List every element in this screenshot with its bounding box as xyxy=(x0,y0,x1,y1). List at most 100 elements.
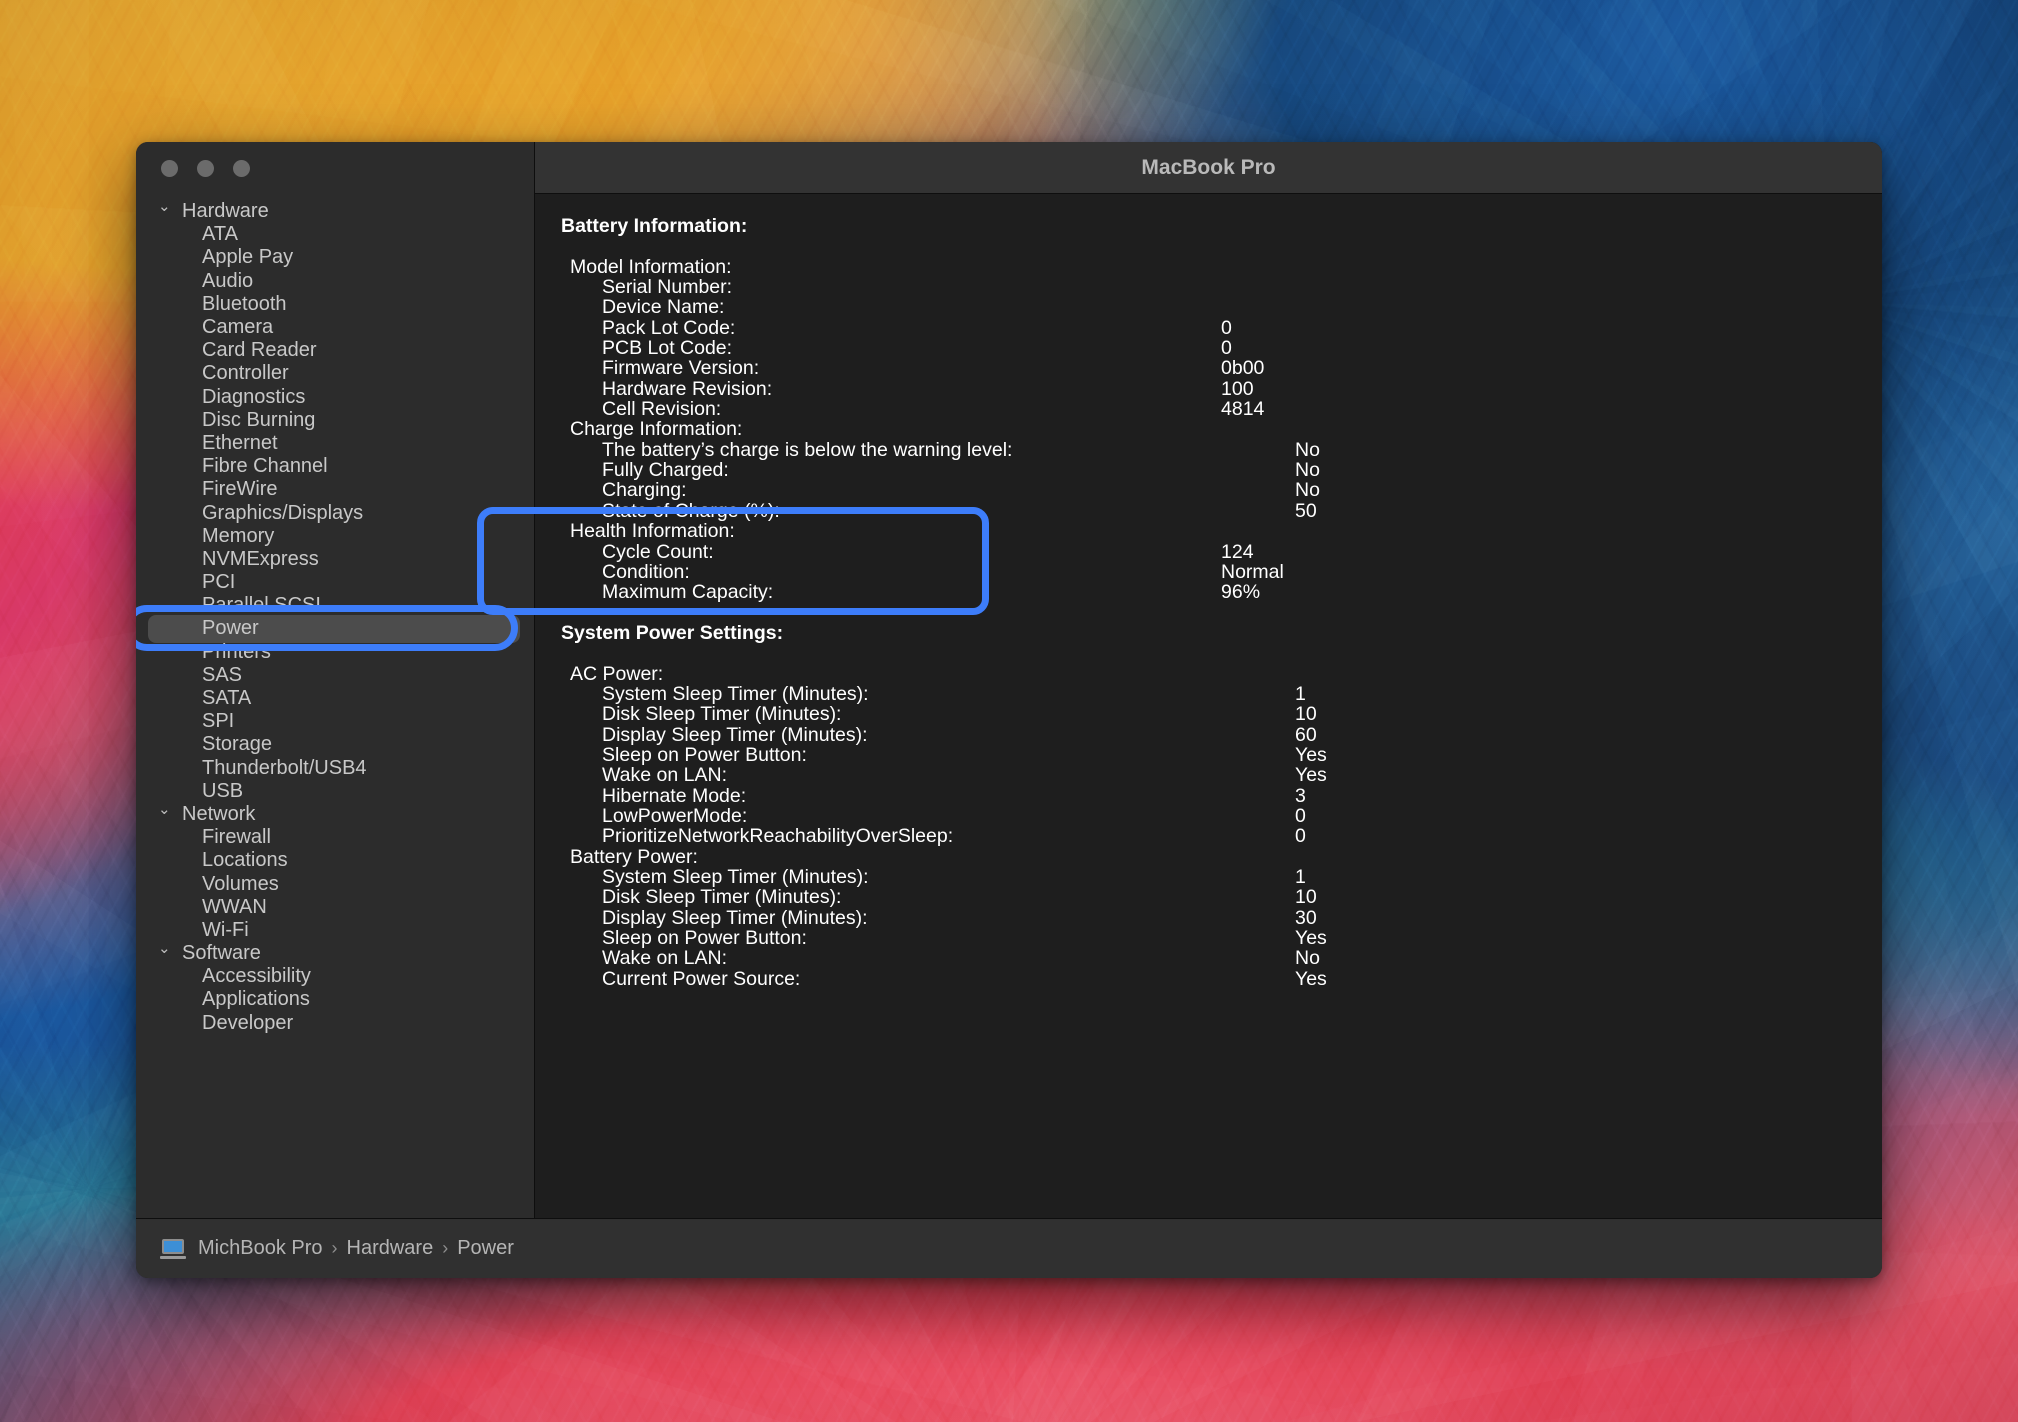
breadcrumb-item[interactable]: Hardware xyxy=(347,1237,434,1260)
report-row-key: Display Sleep Timer (Minutes): xyxy=(602,906,868,929)
report-row-key: Wake on LAN: xyxy=(602,764,727,787)
subsection-heading-text: Health Information: xyxy=(570,520,735,543)
sidebar-item-diagnostics[interactable]: Diagnostics xyxy=(136,386,534,409)
sidebar-item-ethernet[interactable]: Ethernet xyxy=(136,432,534,455)
sidebar-item-label: Volumes xyxy=(202,872,279,895)
report-row-key: Fully Charged: xyxy=(602,459,729,482)
sidebar-item-pci[interactable]: PCI xyxy=(136,571,534,594)
report-row-key: The battery’s charge is below the warnin… xyxy=(602,438,1013,461)
report-row: Disk Sleep Timer (Minutes): 10 xyxy=(535,703,1882,726)
report-row: Pack Lot Code: 0 xyxy=(535,316,1882,339)
sidebar-item-volumes[interactable]: Volumes xyxy=(136,872,534,895)
report-row-key: State of Charge (%): xyxy=(602,499,780,522)
sidebar-item-label: Parallel SCSI xyxy=(202,594,321,617)
report-row: Sleep on Power Button: Yes xyxy=(535,927,1882,950)
sidebar-item-bluetooth[interactable]: Bluetooth xyxy=(136,293,534,316)
sidebar-group-network[interactable]: ⌄ Network xyxy=(136,802,534,826)
breadcrumb-item[interactable]: Power xyxy=(457,1237,514,1260)
sidebar-item-label: Wi-Fi xyxy=(202,918,249,941)
sidebar-item-controller[interactable]: Controller xyxy=(136,362,534,385)
report-row: LowPowerMode: 0 xyxy=(535,806,1882,827)
sidebar-item-label: Applications xyxy=(202,988,310,1011)
report-row-value: 4814 xyxy=(1221,398,1265,421)
report-row-value: 3 xyxy=(1295,784,1306,807)
sidebar-item-label: Camera xyxy=(202,316,274,339)
report-row-key: Charging: xyxy=(602,479,687,502)
sidebar-group-hardware[interactable]: ⌄ Hardware xyxy=(136,199,534,223)
breadcrumb-items: MichBook Pro › Hardware › Power xyxy=(198,1237,514,1260)
report-row-value: 96% xyxy=(1221,581,1261,604)
sidebar-item-audio[interactable]: Audio xyxy=(136,270,534,293)
report-row: System Sleep Timer (Minutes): 1 xyxy=(535,684,1882,705)
breadcrumb-separator: › xyxy=(331,1238,338,1258)
sidebar-item-locations[interactable]: Locations xyxy=(136,849,534,872)
report-row-key: Sleep on Power Button: xyxy=(602,927,807,950)
report-row-key: Cycle Count: xyxy=(602,540,714,563)
sidebar-item-printers[interactable]: Printers xyxy=(136,641,534,664)
sidebar-group-software[interactable]: ⌄ Software xyxy=(136,941,534,965)
chevron-down-icon[interactable]: ⌄ xyxy=(158,941,180,956)
report-row: Cell Revision: 4814 xyxy=(535,398,1882,421)
model-information-heading: Model Information: xyxy=(535,255,1882,278)
sidebar-item-firewall[interactable]: Firewall xyxy=(136,826,534,849)
report-row-key: Serial Number: xyxy=(602,276,733,299)
sidebar-item-label: Bluetooth xyxy=(202,292,287,315)
sidebar-item-sata[interactable]: SATA xyxy=(136,687,534,710)
sidebar-item-label: FireWire xyxy=(202,478,278,501)
sidebar-item-label: Storage xyxy=(202,733,273,756)
sidebar-item-label: Power xyxy=(202,617,259,640)
sidebar-item-label: Accessibility xyxy=(202,965,311,988)
sidebar-item-apple-pay[interactable]: Apple Pay xyxy=(136,246,534,269)
sidebar-item-accessibility[interactable]: Accessibility xyxy=(136,965,534,988)
report-row-value: 0b00 xyxy=(1221,357,1265,380)
sidebar-item-memory[interactable]: Memory xyxy=(136,525,534,548)
report-row: Wake on LAN: No xyxy=(535,948,1882,969)
chevron-down-icon[interactable]: ⌄ xyxy=(158,199,180,214)
sidebar-item-sas[interactable]: SAS xyxy=(136,664,534,687)
sidebar-item-label: Developer xyxy=(202,1011,294,1034)
report-row-key: Disk Sleep Timer (Minutes): xyxy=(602,886,842,909)
sidebar-item-card-reader[interactable]: Card Reader xyxy=(136,339,534,362)
sidebar-item-ata[interactable]: ATA xyxy=(136,223,534,246)
report-row: Condition: Normal xyxy=(535,561,1882,582)
subsection-heading-text: Model Information: xyxy=(570,255,732,278)
sidebar-item-applications[interactable]: Applications xyxy=(136,988,534,1011)
sidebar-item-label: Ethernet xyxy=(202,431,278,454)
sidebar-item-nvmexpress[interactable]: NVMExpress xyxy=(136,548,534,571)
sidebar-item-parallel-scsi[interactable]: Parallel SCSI xyxy=(136,594,534,617)
chevron-down-icon[interactable]: ⌄ xyxy=(158,802,180,817)
sidebar-item-label: USB xyxy=(202,779,244,802)
close-button[interactable] xyxy=(161,159,178,177)
sidebar-item-wi-fi[interactable]: Wi-Fi xyxy=(136,919,534,942)
report-row-value: 10 xyxy=(1295,703,1317,726)
sidebar-item-thunderbolt-usb4[interactable]: Thunderbolt/USB4 xyxy=(136,757,534,780)
breadcrumb-item[interactable]: MichBook Pro xyxy=(198,1237,323,1260)
report-row-value: 100 xyxy=(1221,377,1254,400)
minimize-button[interactable] xyxy=(197,159,214,177)
sidebar-item-spi[interactable]: SPI xyxy=(136,710,534,733)
system-information-window: ⌄ Hardware ATA Apple Pay Audio Bluetooth Camer… xyxy=(136,142,1882,1278)
report-row-key: PCB Lot Code: xyxy=(602,337,733,360)
report-row-key: PrioritizeNetworkReachabilityOverSleep: xyxy=(602,825,954,848)
report-row-value: 124 xyxy=(1221,540,1254,563)
sidebar-item-label: Apple Pay xyxy=(202,246,294,269)
zoom-button[interactable] xyxy=(233,159,250,177)
sidebar: ⌄ Hardware ATA Apple Pay Audio Bluetooth Camer… xyxy=(136,142,535,1218)
sidebar-item-storage[interactable]: Storage xyxy=(136,733,534,756)
sidebar-item-camera[interactable]: Camera xyxy=(136,316,534,339)
sidebar-item-developer[interactable]: Developer xyxy=(136,1012,534,1035)
report-row: Firmware Version: 0b00 xyxy=(535,357,1882,380)
sidebar-item-power[interactable]: Power xyxy=(136,615,534,643)
sidebar-item-wwan[interactable]: WWAN xyxy=(136,896,534,919)
sidebar-item-usb[interactable]: USB xyxy=(136,780,534,803)
sidebar-item-fibre-channel[interactable]: Fibre Channel xyxy=(136,455,534,478)
report-row-key: Firmware Version: xyxy=(602,357,760,380)
sidebar-group-label: Hardware xyxy=(182,200,269,223)
power-report: Battery Information: Model Information: S… xyxy=(535,194,1882,1218)
sidebar-item-graphics-displays[interactable]: Graphics/Displays xyxy=(136,501,534,524)
sidebar-item-firewire[interactable]: FireWire xyxy=(136,478,534,501)
report-row-value: 0 xyxy=(1221,316,1232,339)
report-row-key: Hibernate Mode: xyxy=(602,784,747,807)
sidebar-item-disc-burning[interactable]: Disc Burning xyxy=(136,409,534,432)
sidebar-tree: ⌄ Hardware ATA Apple Pay Audio Bluetooth Camer… xyxy=(136,194,534,1218)
